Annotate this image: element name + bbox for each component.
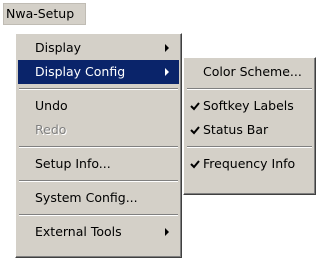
- menu-item-label: System Config...: [35, 190, 138, 205]
- menu-item-softkey-labels[interactable]: Softkey Labels: [186, 94, 313, 118]
- menu-separator: [187, 146, 312, 148]
- menu-item-undo[interactable]: Undo: [18, 94, 179, 118]
- menu-separator: [19, 146, 178, 148]
- menu-item-label: External Tools: [35, 224, 122, 239]
- menu-separator: [19, 214, 178, 216]
- menu-item-label: Display: [35, 40, 82, 55]
- menu-item-external-tools[interactable]: External Tools: [18, 220, 179, 244]
- menu-item-frequency-info[interactable]: Frequency Info: [186, 152, 313, 176]
- menu-item-status-bar[interactable]: Status Bar: [186, 118, 313, 142]
- check-icon: [190, 126, 200, 135]
- menubar-nwa-setup[interactable]: Nwa-Setup: [3, 3, 86, 25]
- menu-separator: [19, 180, 178, 182]
- menu-item-setup-info[interactable]: Setup Info...: [18, 152, 179, 176]
- menu-item-label: Status Bar: [203, 122, 269, 137]
- menu-item-label: Display Config: [35, 64, 126, 79]
- menu-item-label: Undo: [35, 98, 68, 113]
- menu-item-color-scheme[interactable]: Color Scheme...: [186, 60, 313, 84]
- menu-item-display-config[interactable]: Display Config: [18, 60, 179, 84]
- menu-item-label: Frequency Info: [203, 156, 296, 171]
- nwa-setup-menu: Display Display Config Undo Redo Setup I…: [15, 33, 182, 258]
- submenu-arrow-icon: [165, 68, 169, 76]
- menu-item-label: Color Scheme...: [203, 64, 302, 79]
- menu-item-label: Setup Info...: [35, 156, 111, 171]
- display-config-submenu: Color Scheme... Softkey Labels Status Ba…: [183, 57, 316, 195]
- check-icon: [190, 160, 200, 169]
- menu-separator: [187, 88, 312, 90]
- menu-item-label: Softkey Labels: [203, 98, 294, 113]
- check-icon: [190, 102, 200, 111]
- submenu-arrow-icon: [165, 228, 169, 236]
- menu-item-redo: Redo: [18, 118, 179, 142]
- submenu-arrow-icon: [165, 44, 169, 52]
- menu-item-system-config[interactable]: System Config...: [18, 186, 179, 210]
- menu-item-display[interactable]: Display: [18, 36, 179, 60]
- menu-item-label: Redo: [35, 122, 67, 137]
- menu-separator: [19, 88, 178, 90]
